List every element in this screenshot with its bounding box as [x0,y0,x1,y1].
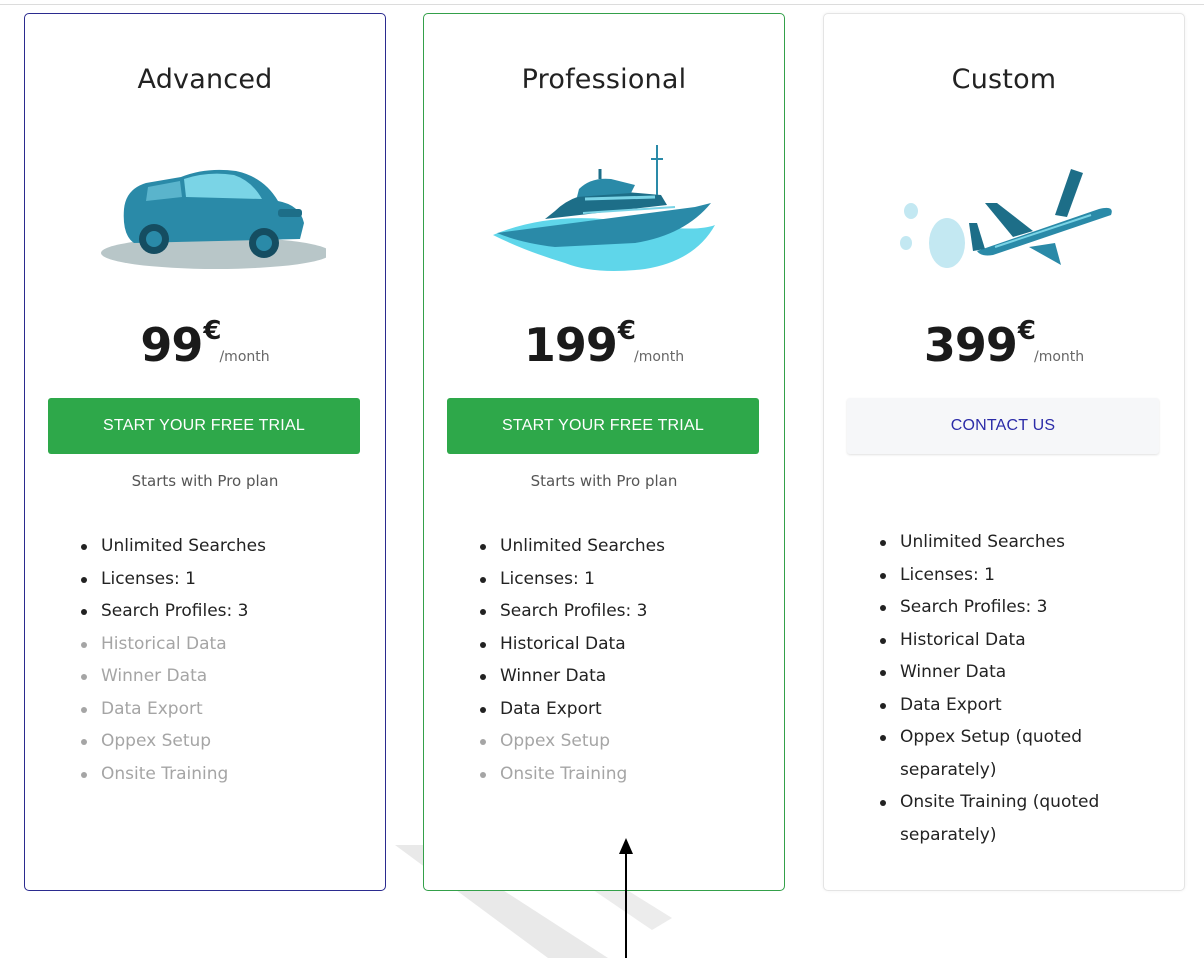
price-currency: € [203,316,222,346]
price-currency: € [1017,316,1036,346]
feature-item: Historical Data [880,624,1150,657]
start-free-trial-button[interactable]: START YOUR FREE TRIAL [48,398,360,454]
plan-note: Starts with Pro plan [530,472,678,490]
plan-price: 99€ /month [25,316,385,372]
contact-us-button[interactable]: CONTACT US [847,398,1159,454]
price-amount: 99 [140,318,203,372]
feature-item: Search Profiles: 3 [480,595,750,628]
start-free-trial-button[interactable]: START YOUR FREE TRIAL [447,398,759,454]
car-icon [101,169,326,269]
price-period: /month [219,349,270,365]
feature-item: Winner Data [81,660,351,693]
plan-note: Starts with Pro plan [131,472,279,490]
plan-title: Professional [521,64,687,95]
arrow-up-icon [619,838,633,958]
price-amount: 399 [923,318,1018,372]
price-currency: € [617,316,636,346]
feature-list: Unlimited Searches Licenses: 1 Search Pr… [880,526,1150,851]
feature-item: Unlimited Searches [81,530,351,563]
plan-title: Custom [951,64,1057,95]
feature-item: Unlimited Searches [480,530,750,563]
feature-item: Winner Data [480,660,750,693]
feature-item: Oppex Setup [81,725,351,758]
feature-item: Licenses: 1 [880,559,1150,592]
feature-item: Oppex Setup (quoted separately) [880,721,1150,786]
top-divider [0,4,1204,5]
feature-item: Data Export [81,693,351,726]
feature-item: Search Profiles: 3 [81,595,351,628]
price-amount: 199 [523,318,618,372]
feature-item: Winner Data [880,656,1150,689]
feature-item: Historical Data [81,628,351,661]
feature-item: Onsite Training (quoted separately) [880,786,1150,851]
plan-card-professional: Professional 199€ /month START YOUR FREE … [423,13,785,891]
feature-item: Historical Data [480,628,750,661]
feature-item: Onsite Training [480,758,750,791]
feature-item: Data Export [880,689,1150,722]
plan-card-custom: Custom 399€ /month CONTACT US Unlimited S… [823,13,1185,891]
feature-list: Unlimited Searches Licenses: 1 Search Pr… [81,530,351,791]
feature-item: Search Profiles: 3 [880,591,1150,624]
price-period: /month [1033,349,1085,365]
feature-list: Unlimited Searches Licenses: 1 Search Pr… [480,530,750,791]
plan-price: 399€ /month [824,316,1184,372]
plan-card-advanced: Advanced 99€ /month START YOUR FREE TRIAL… [24,13,386,891]
feature-item: Oppex Setup [480,725,750,758]
feature-item: Onsite Training [81,758,351,791]
feature-item: Licenses: 1 [480,563,750,596]
plan-title: Advanced [137,64,273,95]
plan-price: 199€ /month [424,316,784,372]
airplane-icon [900,169,1112,268]
yacht-icon [493,145,715,271]
feature-item: Licenses: 1 [81,563,351,596]
feature-item: Data Export [480,693,750,726]
feature-item: Unlimited Searches [880,526,1150,559]
price-period: /month [633,349,685,365]
